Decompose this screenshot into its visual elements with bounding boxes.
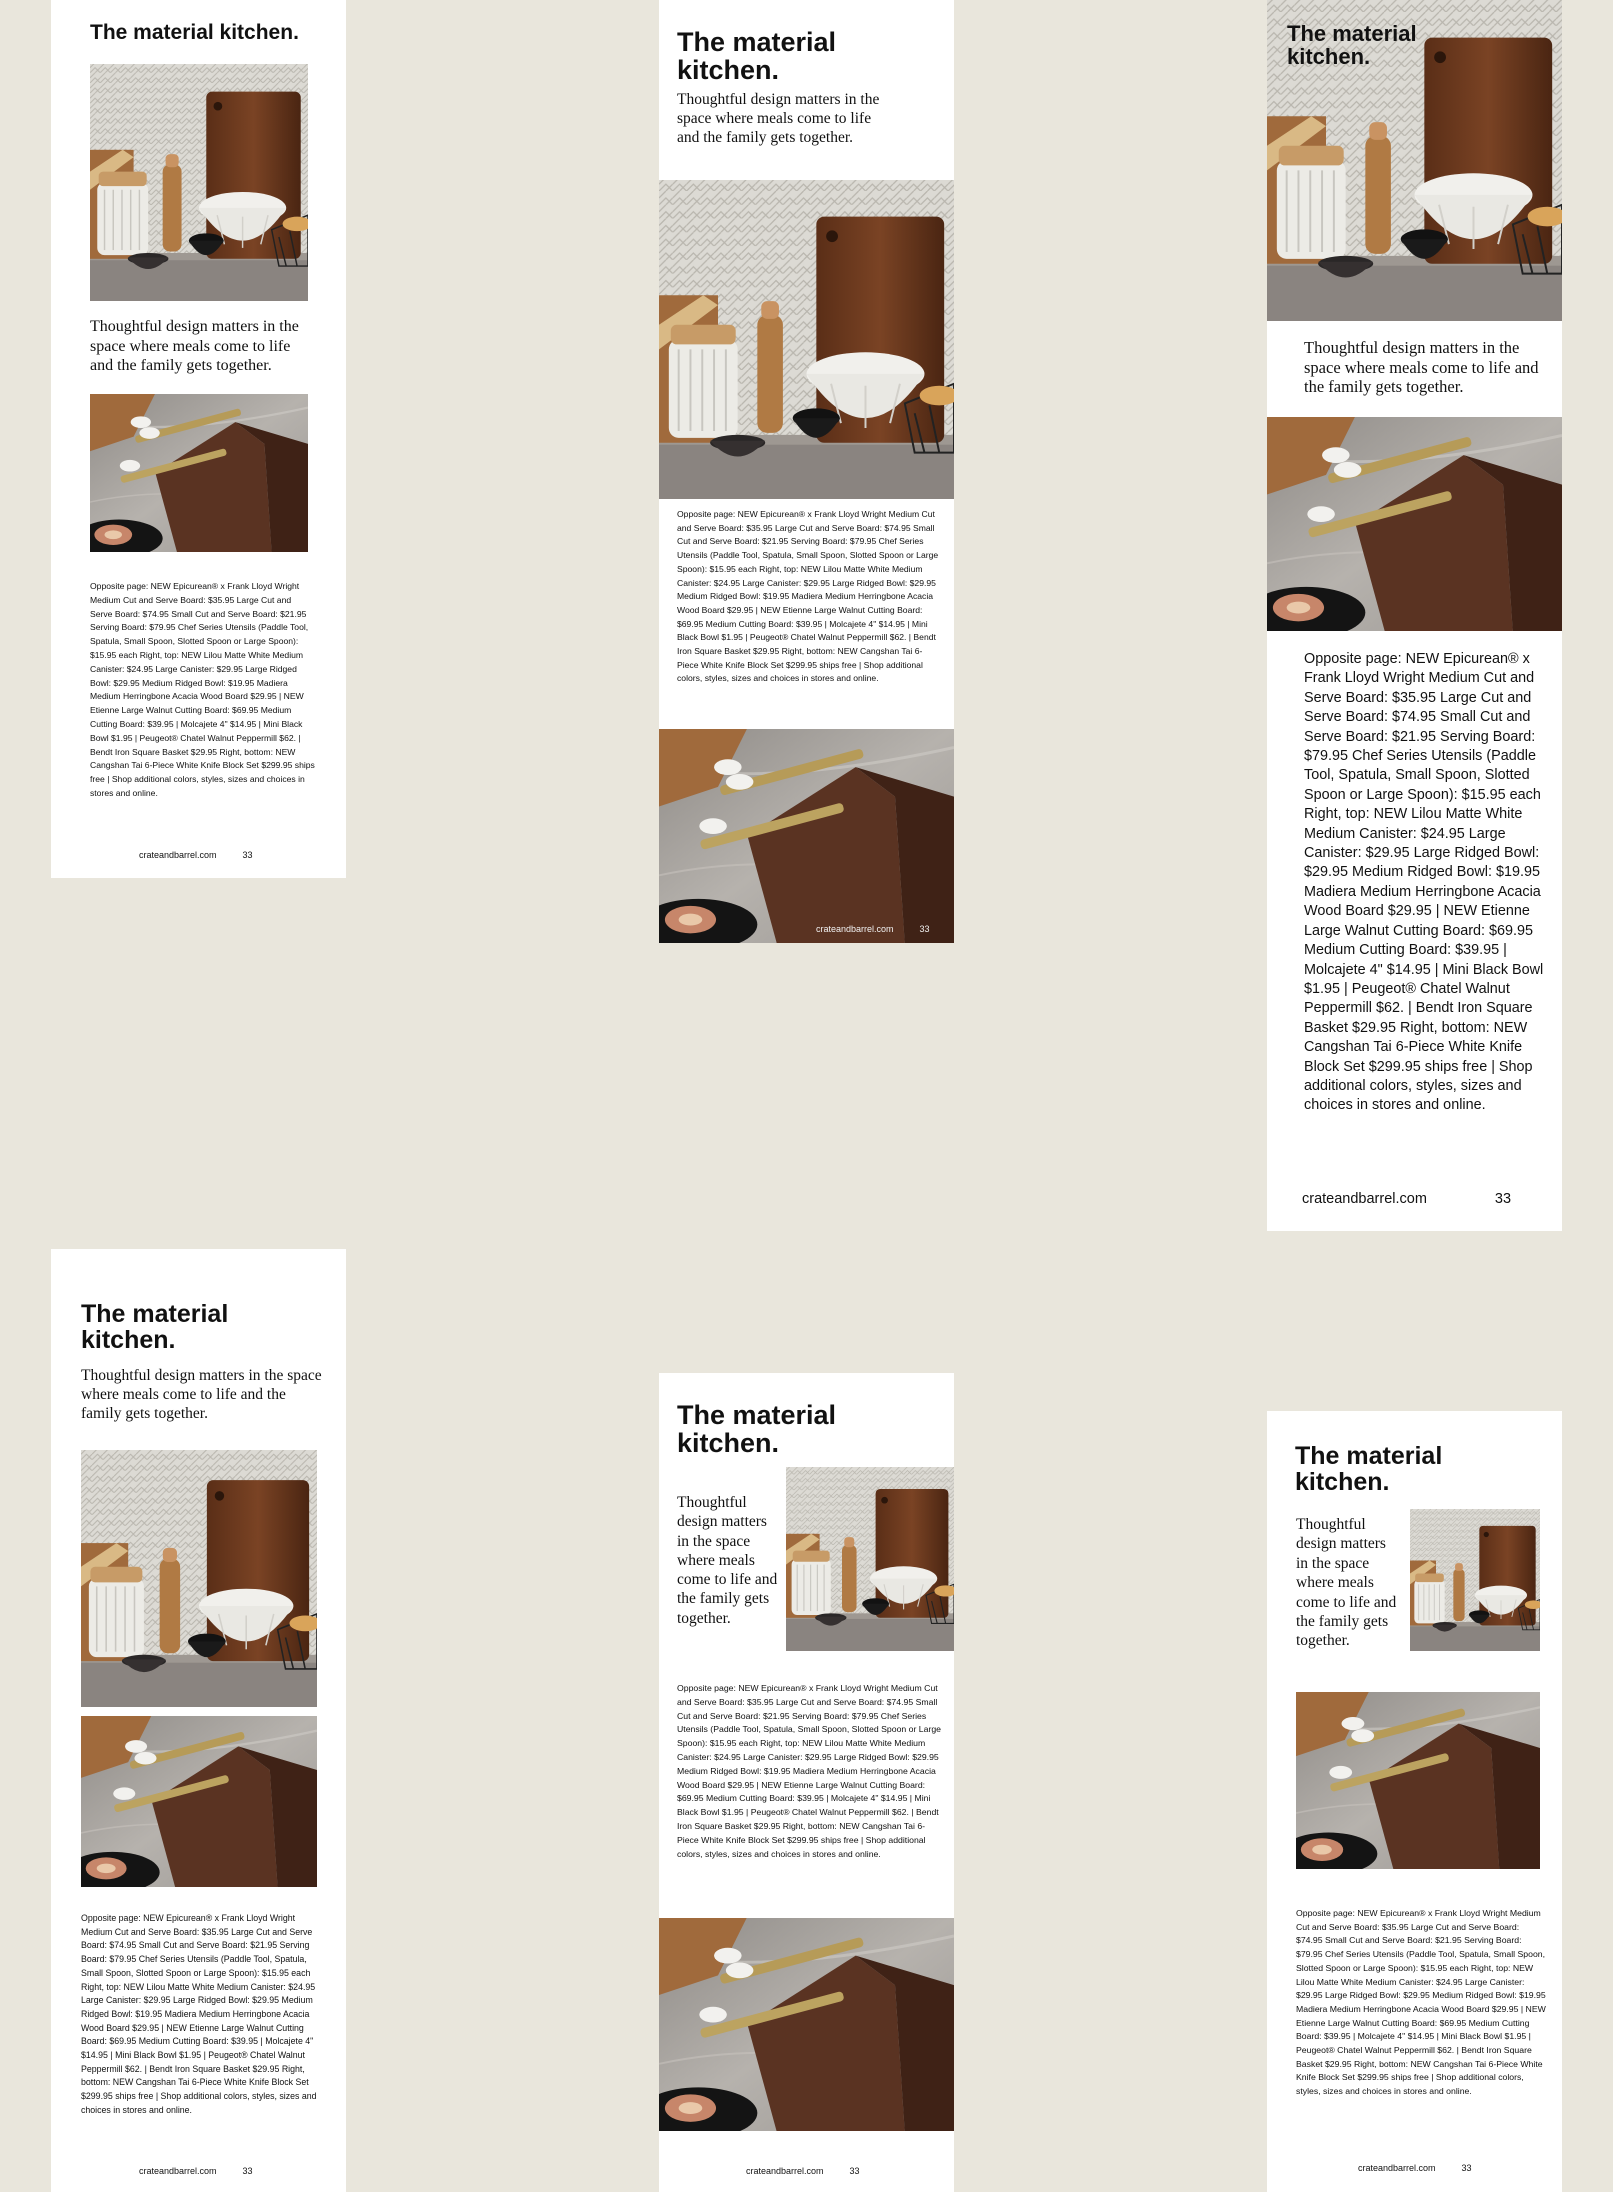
kitchen-photo	[659, 180, 954, 499]
page-number: 33	[242, 850, 253, 860]
intro-text: Thoughtful design matters in the space w…	[81, 1367, 322, 1422]
intro-text: Thoughtful design matters in the space w…	[1296, 1516, 1397, 1650]
page-footer: crateandbarrel.com 33	[1358, 2163, 1472, 2173]
page-number: 33	[1494, 1191, 1512, 1207]
knife-block-photo	[90, 394, 308, 552]
intro-text: Thoughtful design matters in the space w…	[677, 1494, 778, 1627]
kitchen-photo	[81, 1450, 317, 1707]
site-url[interactable]: crateandbarrel.com	[746, 2166, 824, 2176]
page-footer: crateandbarrel.com 33	[746, 2166, 860, 2176]
layout-variant-3: The material kitchen. Thoughtful design …	[1267, 0, 1562, 1231]
kitchen-photo	[1410, 1509, 1540, 1651]
knife-block-photo	[659, 729, 954, 943]
caption-text: Opposite page: NEW Epicurean® x Frank Ll…	[677, 1683, 942, 1859]
layout-variant-6: The material kitchen. Thoughtful design …	[1267, 1411, 1562, 2192]
page-title: The material kitchen.	[1295, 1442, 1443, 1497]
layout-variant-5: The material kitchen. Thoughtful design …	[659, 1373, 954, 2192]
site-url[interactable]: crateandbarrel.com	[139, 2166, 217, 2176]
page-title: The material kitchen.	[90, 21, 299, 44]
page-title: The material kitchen.	[81, 1300, 229, 1355]
intro-text: Thoughtful design matters in the space w…	[677, 91, 880, 146]
page-footer: crateandbarrel.com 33	[139, 850, 253, 860]
knife-block-photo	[81, 1716, 317, 1887]
page-title: The material kitchen.	[1287, 21, 1417, 70]
caption-text: Opposite page: NEW Epicurean® x Frank Ll…	[1296, 1908, 1546, 2097]
intro-text: Thoughtful design matters in the space w…	[1304, 338, 1539, 396]
knife-block-photo	[1296, 1692, 1540, 1869]
caption-text: Opposite page: NEW Epicurean® x Frank Ll…	[1304, 651, 1544, 1114]
kitchen-photo	[786, 1467, 954, 1651]
page-number: 33	[242, 2166, 253, 2176]
caption-text: Opposite page: NEW Epicurean® x Frank Ll…	[81, 1913, 317, 2115]
page-number: 33	[849, 2166, 860, 2176]
kitchen-photo	[90, 64, 308, 301]
page-number: 33	[1461, 2163, 1472, 2173]
site-url[interactable]: crateandbarrel.com	[1358, 2163, 1436, 2173]
page-title: The material kitchen.	[677, 27, 837, 86]
caption-text: Opposite page: NEW Epicurean® x Frank Ll…	[677, 509, 939, 684]
layout-variant-4: The material kitchen. Thoughtful design …	[51, 1249, 346, 2192]
layout-variant-1: The material kitchen. Thoughtful design …	[51, 0, 346, 878]
site-url[interactable]: crateandbarrel.com	[1302, 1191, 1427, 1207]
knife-block-photo	[659, 1918, 954, 2131]
page-title: The material kitchen.	[677, 1400, 837, 1459]
site-url[interactable]: crateandbarrel.com	[816, 924, 894, 934]
page-footer: crateandbarrel.com 33	[816, 924, 930, 934]
layout-variant-2: The material kitchen. Thoughtful design …	[659, 0, 954, 943]
site-url[interactable]: crateandbarrel.com	[139, 850, 217, 860]
page-footer: crateandbarrel.com 33	[1302, 1191, 1511, 1207]
page-footer: crateandbarrel.com 33	[139, 2166, 253, 2176]
knife-block-photo	[1267, 417, 1562, 631]
caption-text: Opposite page: NEW Epicurean® x Frank Ll…	[90, 581, 315, 798]
page-number: 33	[919, 924, 930, 934]
intro-text: Thoughtful design matters in the space w…	[90, 318, 299, 374]
